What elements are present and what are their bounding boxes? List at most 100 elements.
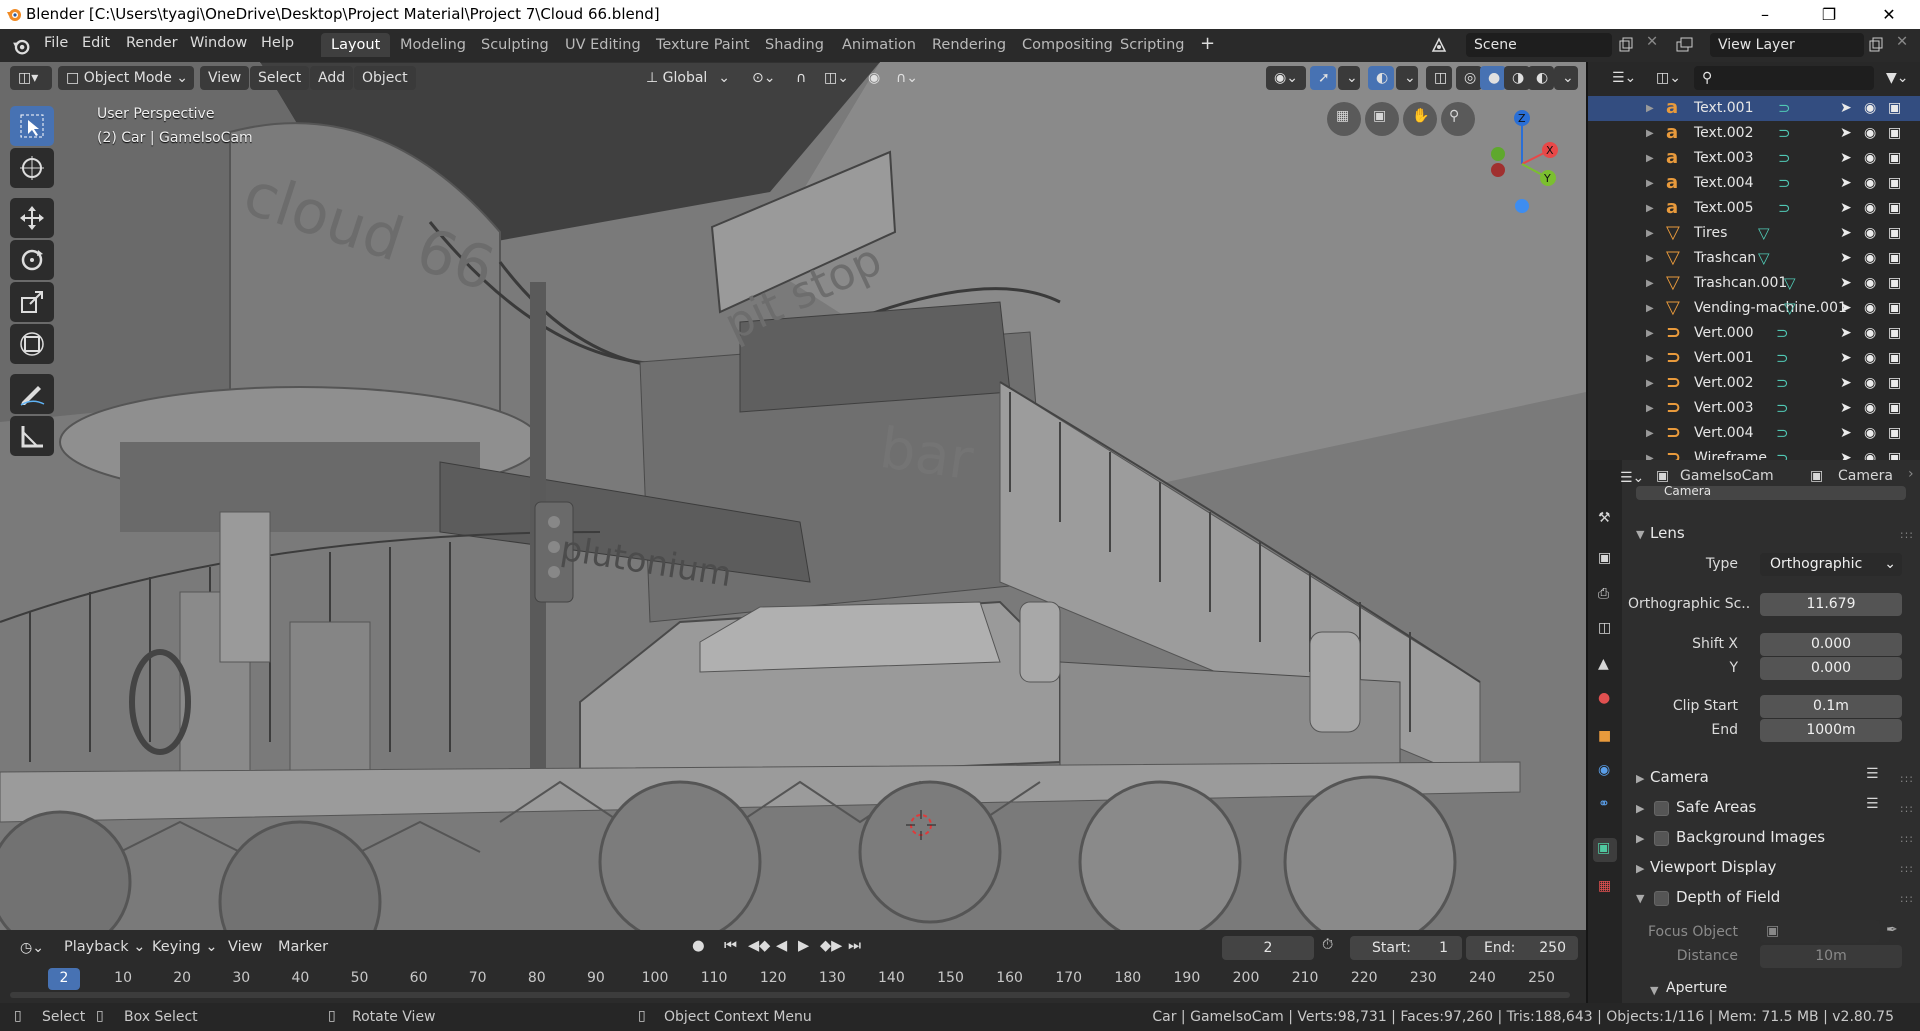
shading-solid[interactable]: ●: [1480, 66, 1506, 90]
shading-rendered[interactable]: ◐: [1528, 66, 1554, 90]
expand-arrow-icon[interactable]: ▶: [1646, 121, 1654, 146]
outliner-row[interactable]: ▶ a Text.003 ⊃ ➤ ◉ ▣: [1588, 146, 1920, 171]
shift-y-field[interactable]: 0.000: [1760, 657, 1902, 680]
text-data-icon[interactable]: ⊃: [1778, 96, 1791, 121]
eye-icon[interactable]: ◉: [1864, 396, 1876, 421]
outliner-search-input[interactable]: ⚲: [1694, 66, 1874, 90]
lens-type-dropdown[interactable]: Orthographic ⌄: [1760, 553, 1902, 576]
eye-icon[interactable]: ◉: [1864, 171, 1876, 196]
selectable-arrow-icon[interactable]: ➤: [1840, 421, 1852, 446]
outliner-row[interactable]: ▶ a Text.004 ⊃ ➤ ◉ ▣: [1588, 171, 1920, 196]
tab-texture-paint[interactable]: Texture Paint: [646, 33, 760, 57]
mesh-data-icon[interactable]: ▽: [1758, 246, 1770, 271]
drag-handle-icon[interactable]: :::: [1900, 772, 1914, 785]
expand-arrow-icon[interactable]: ▶: [1646, 271, 1654, 296]
mode-selector[interactable]: □ Object Mode ⌄: [58, 66, 194, 90]
eye-icon[interactable]: ◉: [1864, 421, 1876, 446]
selectable-arrow-icon[interactable]: ➤: [1840, 221, 1852, 246]
menu-render[interactable]: Render: [126, 35, 178, 51]
outliner-row[interactable]: ▶ ⊃ Vert.004 ⊃ ➤ ◉ ▣: [1588, 421, 1920, 446]
remove-view-layer-icon[interactable]: ✕: [1896, 34, 1908, 50]
transform-tool[interactable]: [10, 324, 54, 364]
eye-icon[interactable]: ◉: [1864, 121, 1876, 146]
eye-icon[interactable]: ◉: [1864, 246, 1876, 271]
drag-handle-icon[interactable]: :::: [1900, 862, 1914, 875]
menu-window[interactable]: Window: [190, 35, 247, 51]
expand-arrow-icon[interactable]: ▶: [1646, 396, 1654, 421]
tab-layout[interactable]: Layout: [321, 33, 391, 57]
tab-view-layer[interactable]: ◫: [1593, 618, 1617, 642]
render-camera-icon[interactable]: ▣: [1888, 196, 1901, 221]
text-data-icon[interactable]: ⊃: [1778, 146, 1791, 171]
tab-rendering[interactable]: Rendering: [922, 33, 1016, 57]
scale-tool[interactable]: [10, 282, 54, 322]
section-background-images[interactable]: Background Images: [1676, 828, 1825, 846]
section-lens[interactable]: Lens: [1650, 524, 1685, 542]
minimize-button[interactable]: –: [1742, 0, 1788, 29]
text-data-icon[interactable]: ⊃: [1778, 171, 1791, 196]
expand-arrow-icon[interactable]: ▶: [1646, 421, 1654, 446]
list-icon[interactable]: ☰: [1866, 796, 1879, 812]
outliner-row[interactable]: ▶ a Text.005 ⊃ ➤ ◉ ▣: [1588, 196, 1920, 221]
tab-camera-data[interactable]: ▣: [1593, 838, 1617, 862]
expand-arrow-icon[interactable]: ▶: [1646, 446, 1654, 460]
expand-arrow-icon[interactable]: ▶: [1646, 296, 1654, 321]
tab-render[interactable]: ▣: [1593, 548, 1617, 572]
tab-world[interactable]: ●: [1593, 688, 1617, 712]
gizmo-toggle[interactable]: ➚: [1310, 66, 1336, 90]
drag-handle-icon[interactable]: :::: [1900, 892, 1914, 905]
zoom-view-button[interactable]: ⚲: [1441, 102, 1475, 136]
menu-file[interactable]: File: [44, 35, 68, 51]
render-camera-icon[interactable]: ▣: [1888, 371, 1901, 396]
selectable-arrow-icon[interactable]: ➤: [1840, 321, 1852, 346]
selectable-arrow-icon[interactable]: ➤: [1840, 246, 1852, 271]
render-camera-icon[interactable]: ▣: [1888, 421, 1901, 446]
selectable-arrow-icon[interactable]: ➤: [1840, 171, 1852, 196]
tab-animation[interactable]: Animation: [832, 33, 926, 57]
curve-data-icon[interactable]: ⊃: [1776, 321, 1789, 346]
curve-data-icon[interactable]: ⊃: [1776, 396, 1789, 421]
tab-object[interactable]: ■: [1593, 726, 1617, 750]
pin-icon[interactable]: ›: [1908, 466, 1914, 482]
tab-compositing[interactable]: Compositing: [1012, 33, 1123, 57]
render-camera-icon[interactable]: ▣: [1888, 346, 1901, 371]
add-workspace-icon[interactable]: +: [1200, 33, 1215, 54]
distance-field[interactable]: 10m: [1760, 945, 1902, 968]
editor-type-button[interactable]: ◫▾: [10, 66, 52, 90]
snap-target-button[interactable]: ◫⌄: [816, 66, 856, 90]
selectable-arrow-icon[interactable]: ➤: [1840, 296, 1852, 321]
render-camera-icon[interactable]: ▣: [1888, 96, 1901, 121]
outliner-row[interactable]: ▶ a Text.002 ⊃ ➤ ◉ ▣: [1588, 121, 1920, 146]
navigation-gizmo[interactable]: Z X Y: [1474, 106, 1574, 216]
expand-arrow-icon[interactable]: ▶: [1646, 221, 1654, 246]
selectable-arrow-icon[interactable]: ➤: [1840, 446, 1852, 460]
outliner-row[interactable]: ▶ ▽ Tires ▽ ➤ ◉ ▣: [1588, 221, 1920, 246]
outliner-row[interactable]: ▶ ⊃ Vert.002 ⊃ ➤ ◉ ▣: [1588, 371, 1920, 396]
render-camera-icon[interactable]: ▣: [1888, 396, 1901, 421]
tab-scene[interactable]: ▲: [1593, 654, 1617, 678]
eye-icon[interactable]: ◉: [1864, 371, 1876, 396]
menu-edit[interactable]: Edit: [82, 35, 110, 51]
shading-wireframe[interactable]: ◎: [1456, 66, 1482, 90]
outliner-row[interactable]: ▶ ▽ Trashcan ▽ ➤ ◉ ▣: [1588, 246, 1920, 271]
selectable-arrow-icon[interactable]: ➤: [1840, 271, 1852, 296]
xray-toggle[interactable]: ◫: [1426, 66, 1452, 90]
eye-icon[interactable]: ◉: [1864, 96, 1876, 121]
section-viewport-display[interactable]: Viewport Display: [1650, 858, 1776, 876]
drag-handle-icon[interactable]: :::: [1900, 832, 1914, 845]
depth-of-field-checkbox[interactable]: [1654, 891, 1669, 906]
expand-arrow-icon[interactable]: ▶: [1646, 321, 1654, 346]
falloff-button[interactable]: ∩⌄: [888, 66, 924, 90]
view-layer-field[interactable]: View Layer: [1710, 33, 1864, 57]
clip-start-field[interactable]: 0.1m: [1760, 695, 1902, 718]
object-menu[interactable]: Object: [354, 66, 416, 90]
measure-tool[interactable]: [10, 416, 54, 456]
tab-sculpting[interactable]: Sculpting: [471, 33, 559, 57]
render-camera-icon[interactable]: ▣: [1888, 146, 1901, 171]
background-images-checkbox[interactable]: [1654, 831, 1669, 846]
curve-data-icon[interactable]: ⊃: [1776, 346, 1789, 371]
outliner-row[interactable]: ▶ ⊃ Vert.000 ⊃ ➤ ◉ ▣: [1588, 321, 1920, 346]
outliner-row[interactable]: ▶ ▽ Vending-machine.001 ▽ ➤ ◉ ▣: [1588, 296, 1920, 321]
outliner-editor-type[interactable]: ☰⌄: [1604, 66, 1644, 90]
overlays-toggle[interactable]: ◐: [1368, 66, 1394, 90]
